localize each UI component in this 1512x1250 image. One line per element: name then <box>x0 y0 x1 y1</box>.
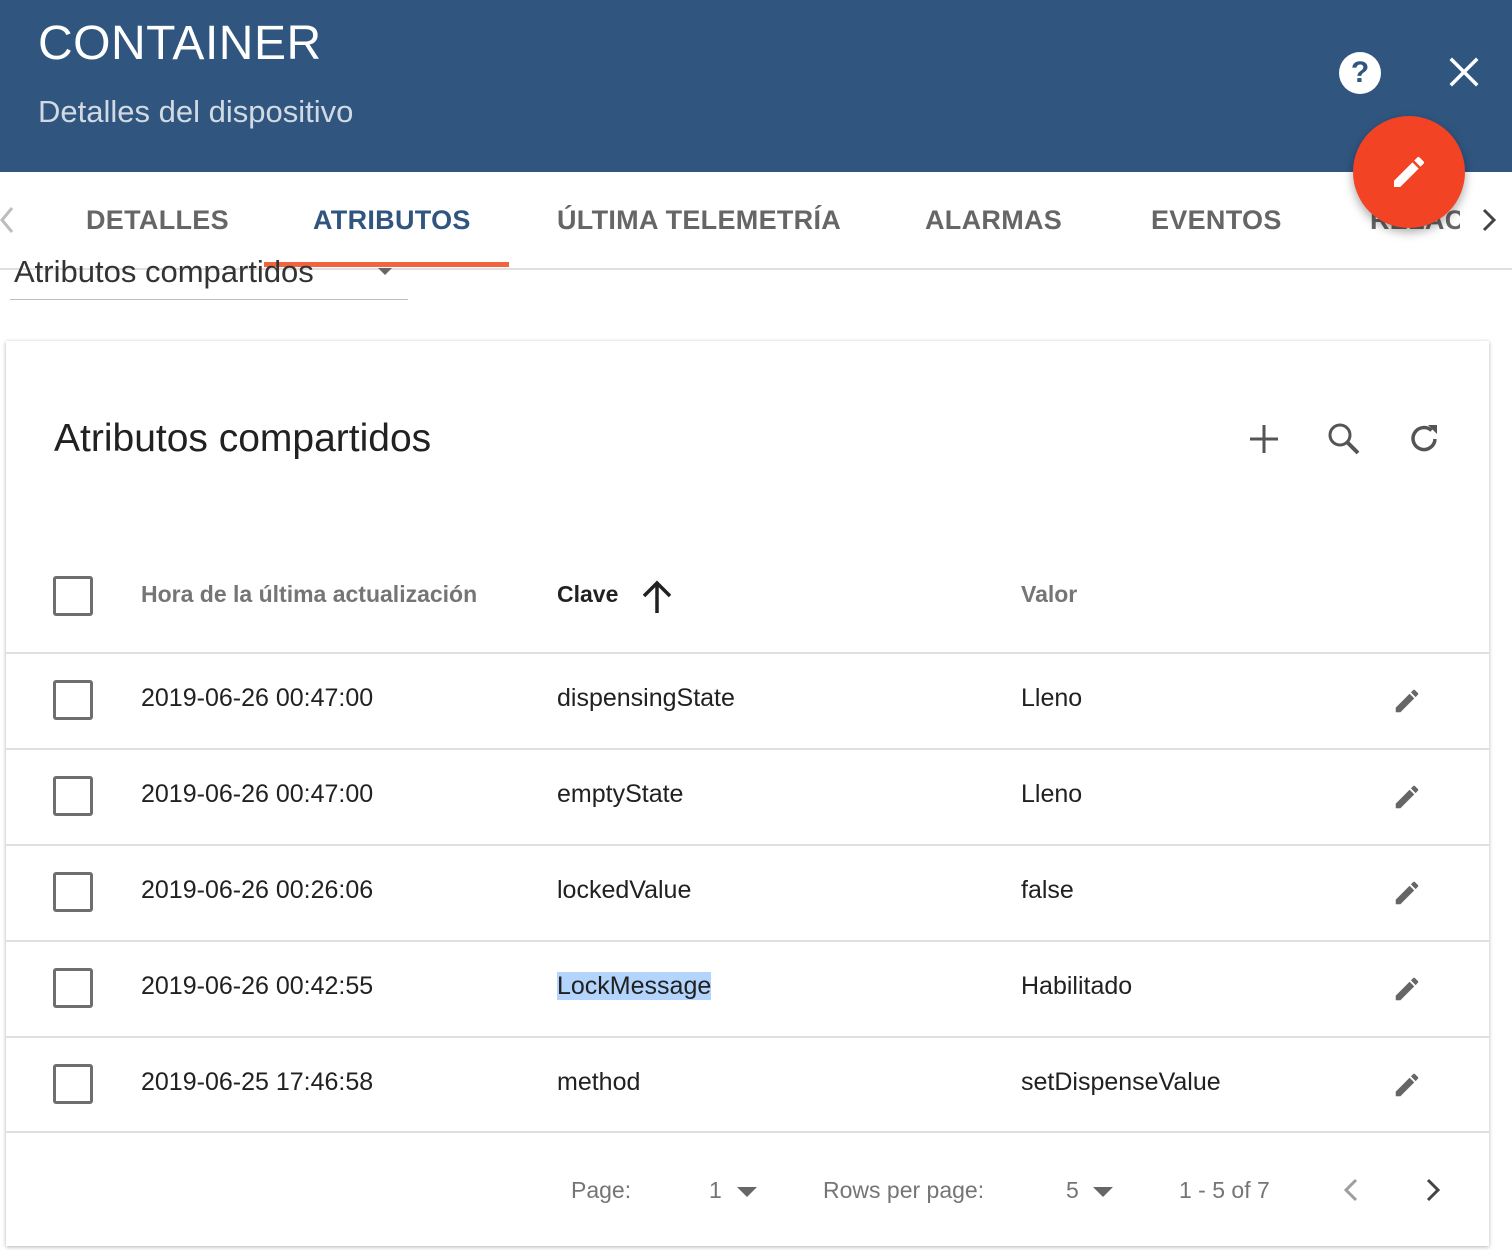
pencil-icon[interactable] <box>1392 974 1422 1004</box>
pencil-icon[interactable] <box>1392 782 1422 812</box>
row-checkbox[interactable] <box>53 968 93 1008</box>
rows-per-page-chevron-down-icon[interactable] <box>1093 1187 1113 1197</box>
page-select-chevron-down-icon[interactable] <box>737 1187 757 1197</box>
cell-key: LockMessage <box>557 972 712 1001</box>
attributes-card: Atributos compartidos Hora de la última … <box>6 341 1489 1246</box>
cell-value: Lleno <box>1021 780 1083 808</box>
edit-fab-button[interactable] <box>1353 116 1465 228</box>
plus-icon[interactable] <box>1244 419 1284 459</box>
table-row[interactable]: 2019-06-26 00:26:06 lockedValue false <box>6 844 1489 940</box>
cell-value: setDispenseValue <box>1021 1068 1221 1096</box>
tab-ultima-telemetria[interactable]: ÚLTIMA TELEMETRÍA <box>557 172 841 268</box>
arrow-up-icon[interactable] <box>640 579 674 615</box>
table-divider <box>6 1131 1489 1133</box>
page-label: Page: <box>571 1177 632 1203</box>
cell-key: dispensingState <box>557 684 735 712</box>
row-checkbox[interactable] <box>53 872 93 912</box>
column-header-value[interactable]: Valor <box>1021 581 1077 608</box>
pencil-icon[interactable] <box>1392 1070 1422 1100</box>
cell-key: emptyState <box>557 780 684 808</box>
row-checkbox[interactable] <box>53 1064 93 1104</box>
rows-per-page-label: Rows per page: <box>823 1177 985 1203</box>
tabs-prev-icon[interactable] <box>0 202 16 238</box>
page-range: 1 - 5 of 7 <box>1179 1177 1270 1203</box>
chevron-right-icon[interactable] <box>1420 1173 1444 1207</box>
cell-value: Habilitado <box>1021 972 1133 1000</box>
page-select-value[interactable]: 1 <box>709 1177 722 1204</box>
chevron-down-icon <box>378 268 392 275</box>
cell-value: Lleno <box>1021 684 1083 712</box>
attribute-scope-value: Atributos compartidos <box>14 254 314 289</box>
pencil-icon[interactable] <box>1392 878 1422 908</box>
cell-last-update: 2019-06-26 00:26:06 <box>141 876 374 904</box>
refresh-icon[interactable] <box>1404 419 1444 459</box>
cell-last-update: 2019-06-26 00:47:00 <box>141 684 374 712</box>
help-icon[interactable]: ? <box>1339 52 1381 94</box>
rows-per-page-value[interactable]: 5 <box>1066 1177 1079 1204</box>
tab-eventos[interactable]: EVENTOS <box>1151 172 1282 268</box>
row-checkbox[interactable] <box>53 776 93 816</box>
close-icon[interactable] <box>1442 50 1486 94</box>
selected-text: LockMessage <box>557 972 712 1000</box>
table-row[interactable]: 2019-06-26 00:47:00 dispensingState Llen… <box>6 652 1489 748</box>
device-title: CONTAINER <box>38 17 322 70</box>
cell-last-update: 2019-06-26 00:47:00 <box>141 780 374 808</box>
cell-last-update: 2019-06-26 00:42:55 <box>141 972 374 1000</box>
select-all-checkbox[interactable] <box>53 576 93 616</box>
tab-alarmas[interactable]: ALARMAS <box>925 172 1062 268</box>
pencil-icon[interactable] <box>1392 686 1422 716</box>
tabs-next-icon[interactable] <box>1478 202 1502 238</box>
cell-key: method <box>557 1068 641 1096</box>
cell-key: lockedValue <box>557 876 692 904</box>
attribute-scope-select[interactable]: Atributos compartidos <box>10 254 408 300</box>
search-icon[interactable] <box>1324 419 1364 459</box>
column-header-key[interactable]: Clave <box>557 581 618 608</box>
table-row[interactable]: 2019-06-26 00:42:55 LockMessage Habilita… <box>6 940 1489 1036</box>
row-checkbox[interactable] <box>53 680 93 720</box>
column-header-last-update[interactable]: Hora de la última actualización <box>141 581 477 608</box>
cell-last-update: 2019-06-25 17:46:58 <box>141 1068 374 1096</box>
dialog-header: CONTAINER Detalles del dispositivo ? <box>0 0 1512 172</box>
table-row[interactable]: 2019-06-26 00:47:00 emptyState Lleno <box>6 748 1489 844</box>
pencil-icon <box>1394 156 1425 187</box>
device-subtitle: Detalles del dispositivo <box>38 94 354 129</box>
table-row[interactable]: 2019-06-25 17:46:58 method setDispenseVa… <box>6 1036 1489 1132</box>
card-title: Atributos compartidos <box>54 417 432 460</box>
chevron-left-icon[interactable] <box>1340 1173 1364 1207</box>
cell-value: false <box>1021 876 1074 904</box>
